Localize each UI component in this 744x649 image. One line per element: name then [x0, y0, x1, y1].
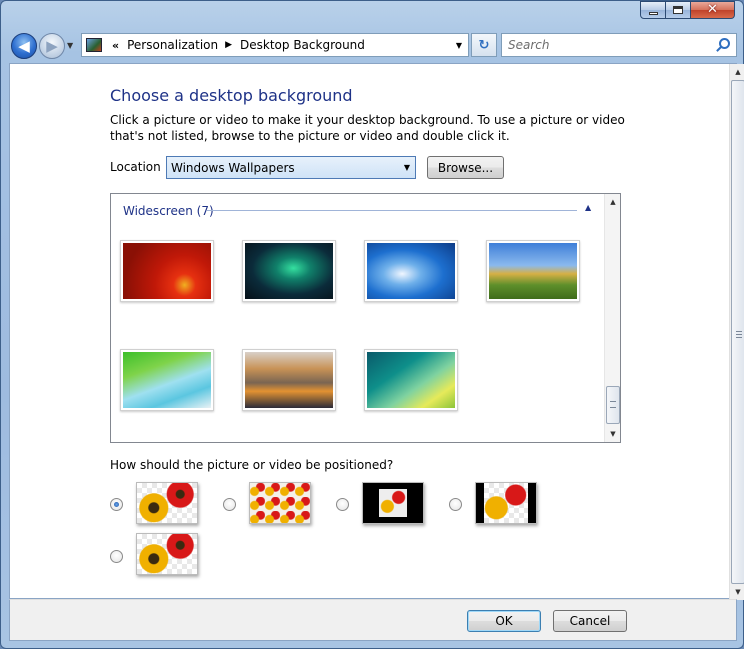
grip-icon [610, 401, 616, 408]
address-bar[interactable]: « Personalization ▶ Desktop Background ▼ [81, 33, 469, 57]
wallpaper-gallery: Widescreen (7) ▲ ▲ ▼ [110, 193, 621, 443]
collapse-group-icon[interactable]: ▲ [585, 203, 591, 212]
search-box[interactable] [501, 33, 737, 57]
wallpaper-thumbnail[interactable] [486, 240, 580, 302]
scroll-down-icon[interactable]: ▼ [605, 426, 620, 442]
page-scrollbar[interactable]: ▲ ▼ [729, 64, 744, 600]
chevron-down-icon: ▼ [403, 163, 410, 172]
position-radio-center[interactable] [336, 498, 349, 511]
maximize-button[interactable] [666, 1, 691, 19]
refresh-icon: ↻ [478, 37, 490, 53]
wallpaper-thumbnail[interactable] [364, 349, 458, 411]
refresh-button[interactable]: ↻ [471, 33, 497, 57]
location-label: Location [110, 160, 161, 174]
position-radio-fit[interactable] [449, 498, 462, 511]
aurora-lake-image [245, 243, 333, 299]
position-stretch-preview[interactable] [136, 533, 198, 575]
content-area: Choose a desktop background Click a pict… [9, 63, 744, 600]
wallpaper-thumbnail[interactable] [364, 240, 458, 302]
browse-button[interactable]: Browse... [427, 156, 504, 179]
position-center-preview[interactable] [362, 482, 424, 524]
position-radio-fill[interactable] [110, 498, 123, 511]
search-icon[interactable] [719, 38, 730, 49]
position-radio-stretch[interactable] [110, 550, 123, 563]
breadcrumb-desktop-background[interactable]: Desktop Background [240, 38, 365, 52]
address-dropdown-icon[interactable]: ▼ [456, 41, 462, 50]
cancel-button[interactable]: Cancel [553, 610, 627, 632]
scroll-up-icon[interactable]: ▲ [730, 64, 744, 80]
back-arrow-icon: ◀ [18, 37, 30, 55]
location-dropdown[interactable]: Windows Wallpapers ▼ [166, 156, 416, 179]
vista-aurora-image [367, 352, 455, 408]
wallpaper-thumbnail[interactable] [120, 240, 214, 302]
maximize-icon [673, 6, 683, 14]
wallpaper-thumbnail[interactable] [242, 349, 336, 411]
position-fit-preview[interactable] [475, 482, 537, 524]
rock-reflection-image [245, 352, 333, 408]
back-button[interactable]: ◀ [11, 33, 37, 59]
breadcrumb-separator-icon[interactable]: ▶ [225, 40, 232, 50]
breadcrumb-overflow[interactable]: « [112, 39, 119, 52]
close-button[interactable]: ✕ [691, 1, 735, 19]
page-description: Click a picture or video to make it your… [110, 113, 625, 143]
forward-button[interactable]: ▶ [39, 33, 65, 59]
group-header-widescreen[interactable]: Widescreen (7) [123, 204, 214, 218]
scroll-up-icon[interactable]: ▲ [605, 194, 620, 210]
close-icon: ✕ [707, 2, 718, 17]
red-gerbera-image [123, 243, 211, 299]
button-bar: OK Cancel [9, 599, 737, 641]
navigation-bar: ◀ ▶ ▼ « Personalization ▶ Desktop Backgr… [9, 31, 737, 61]
group-divider [207, 210, 577, 211]
forward-arrow-icon: ▶ [46, 37, 58, 55]
wallpaper-thumbnail[interactable] [242, 240, 336, 302]
fish-school-image [367, 243, 455, 299]
grip-icon [736, 331, 742, 338]
gallery-scroll-thumb[interactable] [606, 386, 620, 424]
page-title: Choose a desktop background [110, 86, 353, 105]
scroll-down-icon[interactable]: ▼ [730, 584, 744, 600]
search-input[interactable] [508, 38, 708, 52]
ok-button[interactable]: OK [467, 610, 541, 632]
caption-buttons: ✕ [640, 1, 735, 19]
control-panel-icon [86, 38, 102, 52]
breadcrumb-personalization[interactable]: Personalization [127, 38, 218, 52]
palm-frond-image [123, 352, 211, 408]
gallery-scrollbar[interactable]: ▲ ▼ [604, 194, 620, 442]
minimize-button[interactable] [640, 1, 666, 19]
wallpaper-thumbnail[interactable] [120, 349, 214, 411]
recent-pages-dropdown[interactable]: ▼ [67, 41, 73, 50]
page-scroll-thumb[interactable] [731, 80, 744, 584]
minimize-icon [648, 11, 658, 15]
location-value: Windows Wallpapers [171, 160, 295, 175]
green-hills-image [489, 243, 577, 299]
position-label: How should the picture or video be posit… [110, 458, 394, 472]
position-tile-preview[interactable] [249, 482, 311, 524]
position-fill-preview[interactable] [136, 482, 198, 524]
window-frame: ✕ ◀ ▶ ▼ « Personalization ▶ Desktop Back… [0, 0, 744, 649]
position-radio-tile[interactable] [223, 498, 236, 511]
